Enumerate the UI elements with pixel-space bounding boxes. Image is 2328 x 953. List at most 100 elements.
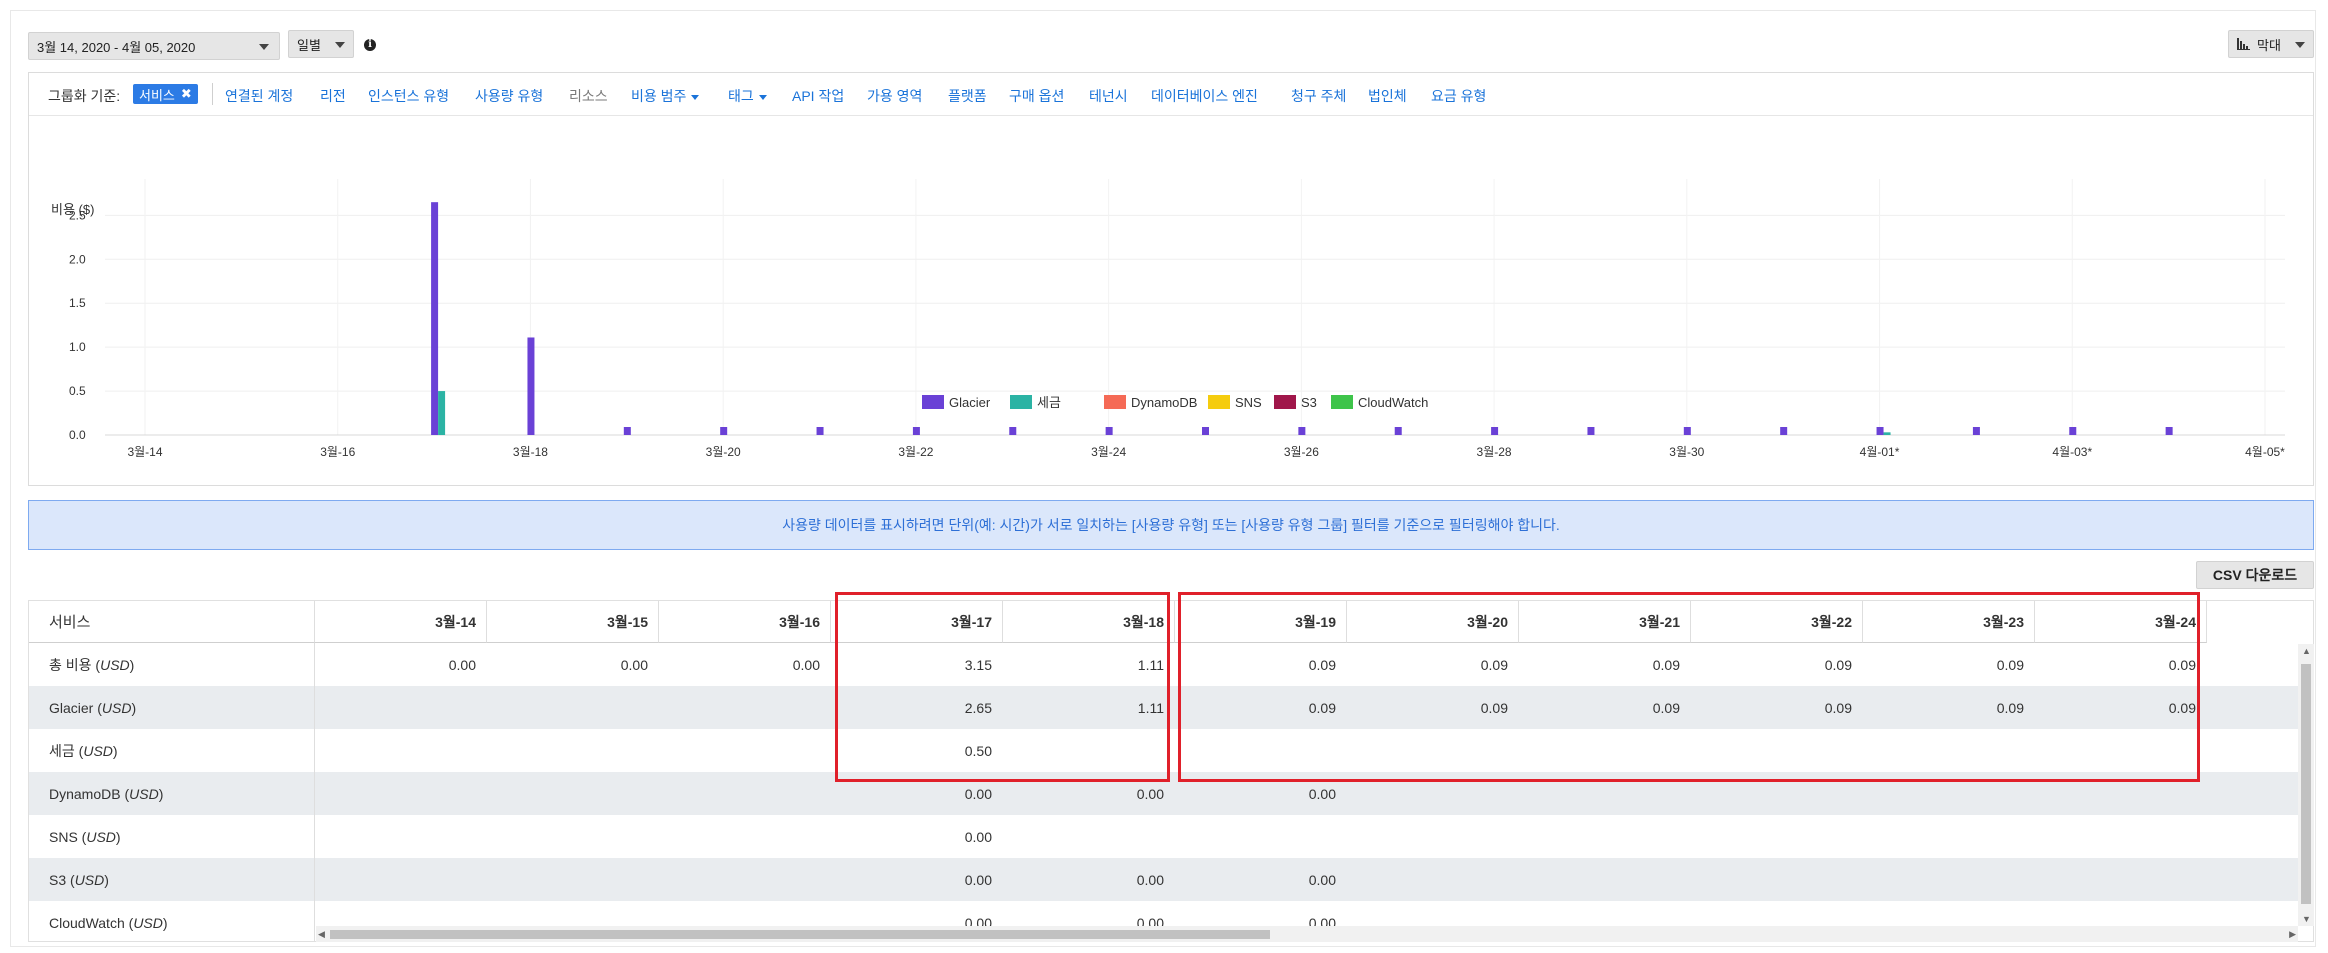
table-cell xyxy=(1519,729,1691,772)
group-option-api-operation[interactable]: API 작업 xyxy=(792,86,844,106)
csv-download-button[interactable]: CSV 다운로드 xyxy=(2196,561,2314,589)
x-tick-label: 3월-16 xyxy=(320,445,355,459)
row-label: SNS (USD) xyxy=(29,815,315,858)
legend-label[interactable]: Glacier xyxy=(949,395,991,410)
date-range-selector[interactable]: 3월 14, 2020 - 4월 05, 2020 xyxy=(28,32,280,60)
table-header-date[interactable]: 3월-16 xyxy=(659,601,831,643)
chart-type-selector[interactable]: 막대 xyxy=(2228,30,2314,58)
granularity-selector[interactable]: 일별 xyxy=(288,30,354,58)
table-header-date[interactable]: 3월-17 xyxy=(831,601,1003,643)
legend-label[interactable]: 세금 xyxy=(1037,395,1061,410)
bar-glacier[interactable] xyxy=(1298,427,1306,435)
bar-glacier[interactable] xyxy=(623,427,631,435)
table-cell: 1.11 xyxy=(1137,699,1164,716)
bar-glacier[interactable] xyxy=(912,427,920,435)
table-header-date[interactable]: 3월-19 xyxy=(1175,601,1347,643)
bar-glacier[interactable] xyxy=(720,427,728,435)
group-by-selected-chip[interactable]: 서비스 ✖ xyxy=(133,84,198,104)
bar-세금[interactable] xyxy=(1883,432,1891,435)
table-row: S3 (USD) 0.00 0.00 0.00 xyxy=(29,858,2299,901)
legend-label[interactable]: DynamoDB xyxy=(1131,395,1197,410)
group-option-linked-account[interactable]: 연결된 계정 xyxy=(225,86,293,106)
bar-glacier[interactable] xyxy=(1683,427,1691,435)
group-option-instance-type[interactable]: 인스턴스 유형 xyxy=(368,86,449,106)
row-label-text: Glacier xyxy=(49,699,94,716)
group-option-region[interactable]: 리전 xyxy=(320,86,346,106)
group-option-billing-entity[interactable]: 청구 주체 xyxy=(1291,86,1346,106)
row-label-text: 세금 xyxy=(49,742,75,759)
table-cell xyxy=(659,772,831,815)
horizontal-scrollbar[interactable]: ◀ ▶ xyxy=(316,926,2298,942)
group-option-resource[interactable]: 리소스 xyxy=(569,86,608,106)
group-option-cost-category[interactable]: 비용 범주 xyxy=(631,86,700,106)
cost-table: 서비스 3월-14 3월-15 3월-16 3월-17 3월-18 3월-19 3월-20 3… xyxy=(28,600,2314,942)
bar-glacier[interactable] xyxy=(1876,427,1884,435)
group-option-cost-category-label: 비용 범주 xyxy=(631,88,687,104)
group-option-availability-zone[interactable]: 가용 영역 xyxy=(867,86,922,106)
table-header-service[interactable]: 서비스 xyxy=(29,601,315,643)
bar-세금[interactable] xyxy=(438,391,446,435)
bar-glacier[interactable] xyxy=(1972,427,1980,435)
table-cell xyxy=(1691,772,1863,815)
table-cell xyxy=(1519,815,1691,858)
group-option-charge-type[interactable]: 요금 유형 xyxy=(1431,86,1486,106)
chart-type-value: 막대 xyxy=(2257,37,2281,53)
bar-glacier[interactable] xyxy=(1394,427,1402,435)
table-header-date[interactable]: 3월-14 xyxy=(315,601,487,643)
vertical-scrollbar[interactable]: ▲ ▼ xyxy=(2298,644,2314,926)
legend-label[interactable]: S3 xyxy=(1301,395,1317,410)
table-header-date[interactable]: 3월-23 xyxy=(1863,601,2035,643)
bar-glacier[interactable] xyxy=(1491,427,1499,435)
group-option-purchase-option[interactable]: 구매 옵션 xyxy=(1009,86,1064,106)
scroll-right-icon[interactable]: ▶ xyxy=(2289,929,2296,940)
scroll-down-icon[interactable]: ▼ xyxy=(2302,914,2311,924)
group-option-tag[interactable]: 태그 xyxy=(728,86,767,106)
row-label: S3 (USD) xyxy=(29,858,315,901)
group-option-platform[interactable]: 플랫폼 xyxy=(948,86,987,106)
bar-glacier[interactable] xyxy=(816,427,824,435)
vertical-scroll-thumb[interactable] xyxy=(2301,664,2311,904)
info-icon[interactable]: i xyxy=(364,39,376,51)
table-header-date[interactable]: 3월-15 xyxy=(487,601,659,643)
table-header-date[interactable]: 3월-24 xyxy=(2035,601,2207,643)
table-header-date[interactable]: 3월-21 xyxy=(1519,601,1691,643)
y-tick-label: 0.5 xyxy=(69,384,86,398)
row-unit: USD xyxy=(101,699,132,716)
bar-glacier[interactable] xyxy=(431,202,439,435)
bar-glacier[interactable] xyxy=(1202,427,1209,435)
group-option-database-engine[interactable]: 데이터베이스 엔진 xyxy=(1151,86,1258,106)
bar-glacier[interactable] xyxy=(1587,427,1595,435)
group-option-usage-type[interactable]: 사용량 유형 xyxy=(475,86,543,106)
legend-swatch xyxy=(922,395,944,409)
bar-glacier[interactable] xyxy=(1009,427,1017,435)
table-cell: 0.09 xyxy=(1480,656,1508,673)
bar-glacier[interactable] xyxy=(527,337,535,435)
group-option-legal-entity[interactable]: 법인체 xyxy=(1368,86,1407,106)
legend-label[interactable]: CloudWatch xyxy=(1358,395,1428,410)
table-cell xyxy=(1175,729,1347,772)
scroll-left-icon[interactable]: ◀ xyxy=(318,929,325,940)
table-cell: 0.09 xyxy=(2168,699,2196,716)
table-cell xyxy=(2035,729,2207,772)
table-cell xyxy=(659,686,831,729)
bar-glacier[interactable] xyxy=(1105,427,1113,435)
x-tick-label: 3월-28 xyxy=(1477,445,1512,459)
table-header-date[interactable]: 3월-22 xyxy=(1691,601,1863,643)
bar-glacier[interactable] xyxy=(2069,427,2077,435)
table-cell: 0.09 xyxy=(1308,656,1336,673)
table-header-date[interactable]: 3월-18 xyxy=(1003,601,1175,643)
close-icon[interactable]: ✖ xyxy=(181,86,192,102)
table-cell: 0.50 xyxy=(964,742,992,759)
legend-label[interactable]: SNS xyxy=(1235,395,1262,410)
table-cell xyxy=(315,815,487,858)
x-tick-label: 3월-30 xyxy=(1669,445,1704,459)
bar-glacier[interactable] xyxy=(2165,427,2173,435)
group-option-tenancy[interactable]: 테넌시 xyxy=(1089,86,1128,106)
bar-glacier[interactable] xyxy=(1780,427,1788,435)
horizontal-scroll-thumb[interactable] xyxy=(330,930,1270,939)
table-cell xyxy=(1347,858,1519,901)
table-cell xyxy=(1691,858,1863,901)
table-header-date[interactable]: 3월-20 xyxy=(1347,601,1519,643)
scroll-up-icon[interactable]: ▲ xyxy=(2302,646,2311,656)
table-cell xyxy=(315,729,487,772)
